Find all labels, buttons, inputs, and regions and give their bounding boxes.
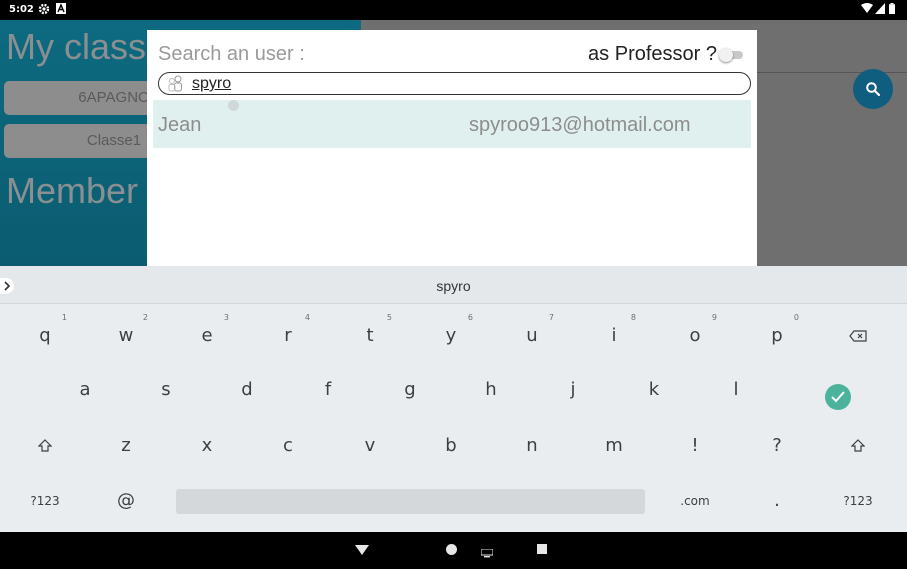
key-label: e — [201, 325, 213, 346]
key-q[interactable]: q1 — [15, 313, 75, 356]
key-h[interactable]: h — [461, 370, 521, 410]
key-o[interactable]: o9 — [665, 313, 725, 356]
users-icon — [167, 75, 185, 97]
key-label: o — [689, 325, 701, 346]
key-label: t — [366, 325, 374, 346]
recents-nav-icon[interactable] — [537, 544, 547, 554]
key-w[interactable]: w2 — [96, 313, 156, 356]
key-hint: 0 — [793, 313, 799, 322]
key-u[interactable]: u7 — [502, 313, 562, 356]
key-n[interactable]: n — [502, 426, 562, 466]
key-hint: 8 — [630, 313, 636, 322]
key-label: w — [118, 325, 134, 346]
gear-icon — [38, 3, 50, 18]
key-p[interactable]: p0 — [747, 313, 807, 356]
symbols-key-left[interactable]: ?123 — [15, 481, 75, 521]
key-hint: 5 — [386, 313, 392, 322]
search-user-dialog: Search an user : as Professor ? spyro Je… — [147, 30, 757, 266]
status-time: 5:02 — [9, 4, 34, 15]
backspace-key[interactable] — [828, 316, 888, 356]
key-hint: 6 — [467, 313, 473, 322]
key-j[interactable]: j — [543, 370, 603, 410]
key-x[interactable]: x — [177, 426, 237, 466]
done-key[interactable] — [825, 384, 851, 410]
key-hint: 1 — [61, 313, 67, 322]
toggle-thumb — [719, 48, 733, 62]
checkmark-icon — [831, 391, 845, 403]
key-hint: 4 — [304, 313, 310, 322]
home-nav-icon[interactable] — [446, 544, 457, 555]
key-question[interactable]: ? — [747, 426, 807, 466]
key-v[interactable]: v — [340, 426, 400, 466]
result-email: spyroo913@hotmail.com — [469, 114, 691, 136]
key-m[interactable]: m — [584, 426, 644, 466]
dotcom-key[interactable]: .com — [665, 481, 725, 521]
shift-key-right[interactable] — [828, 426, 888, 466]
key-l[interactable]: l — [706, 370, 766, 410]
status-bar: 5:02 — [0, 0, 907, 20]
shift-icon — [850, 439, 866, 452]
key-d[interactable]: d — [217, 370, 277, 410]
soft-keyboard: spyro q1 w2 e3 r4 t5 y6 u7 i8 o9 p0 a s … — [0, 266, 907, 532]
key-label: q — [39, 325, 51, 346]
key-z[interactable]: z — [96, 426, 156, 466]
key-f[interactable]: f — [298, 370, 358, 410]
key-s[interactable]: s — [136, 370, 196, 410]
key-k[interactable]: k — [624, 370, 684, 410]
navigation-bar — [0, 532, 907, 569]
members-title: Member c — [6, 170, 167, 211]
key-hint: 2 — [142, 313, 148, 322]
key-label: y — [445, 325, 457, 346]
key-hint: 7 — [548, 313, 554, 322]
symbols-key-right[interactable]: ?123 — [828, 481, 888, 521]
key-a[interactable]: a — [55, 370, 115, 410]
period-key[interactable]: . — [747, 481, 807, 521]
key-label: r — [284, 325, 292, 346]
key-r[interactable]: r4 — [258, 313, 318, 356]
professor-toggle[interactable] — [719, 48, 745, 62]
key-hint: 3 — [223, 313, 229, 322]
key-label: p — [771, 325, 783, 346]
result-name: Jean — [158, 114, 202, 136]
a-badge-icon — [56, 3, 66, 17]
page-title: My classe — [6, 26, 167, 67]
back-nav-icon[interactable] — [355, 545, 369, 555]
word-suggestion[interactable]: spyro — [0, 278, 907, 294]
key-label: i — [611, 325, 617, 346]
backspace-icon — [849, 330, 867, 342]
dialog-title: Search an user : — [158, 43, 305, 65]
search-input-value: spyro — [192, 75, 232, 92]
user-result-row[interactable]: Jean spyroo913@hotmail.com — [153, 100, 751, 148]
key-label: u — [526, 325, 538, 346]
search-button[interactable] — [853, 69, 893, 109]
shift-key-left[interactable] — [15, 426, 75, 466]
key-e[interactable]: e3 — [177, 313, 237, 356]
search-icon — [866, 82, 881, 97]
key-i[interactable]: i8 — [584, 313, 644, 356]
wifi-icon — [861, 3, 873, 17]
key-at[interactable]: @ — [96, 481, 156, 521]
key-c[interactable]: c — [258, 426, 318, 466]
space-key[interactable] — [176, 489, 645, 514]
professor-label: as Professor ? — [588, 43, 717, 65]
signal-icon — [875, 3, 885, 17]
key-y[interactable]: y6 — [421, 313, 481, 356]
battery-icon — [889, 3, 895, 17]
text-cursor-handle[interactable] — [228, 100, 239, 111]
key-b[interactable]: b — [421, 426, 481, 466]
suggestion-strip: spyro — [0, 266, 907, 304]
key-g[interactable]: g — [380, 370, 440, 410]
user-search-input[interactable]: spyro — [158, 72, 751, 95]
shift-icon — [37, 439, 53, 452]
keyboard-switch-icon[interactable] — [480, 545, 494, 563]
key-t[interactable]: t5 — [340, 313, 400, 356]
key-hint: 9 — [711, 313, 717, 322]
key-exclamation[interactable]: ! — [665, 426, 725, 466]
